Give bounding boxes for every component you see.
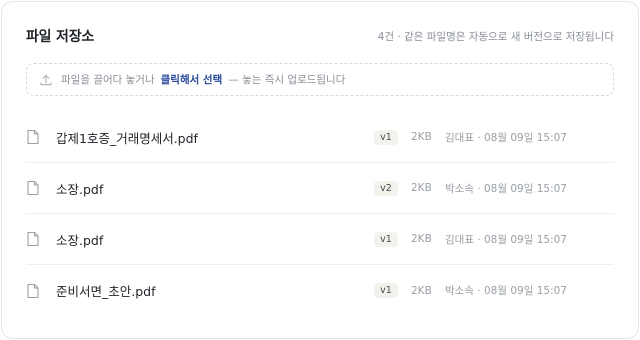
version-badge: v1 bbox=[374, 129, 398, 145]
card-header: 파일 저장소 4건 · 같은 파일명은 자동으로 새 버전으로 저장됩니다 bbox=[26, 24, 614, 48]
version-badge: v1 bbox=[374, 231, 398, 247]
file-size: 2KB bbox=[411, 233, 432, 245]
file-size: 2KB bbox=[411, 284, 432, 297]
file-icon bbox=[26, 283, 40, 299]
dropzone-hint: — 놓는 즉시 업로드됩니다 bbox=[228, 74, 346, 86]
version-badge: v1 bbox=[374, 283, 398, 298]
file-row[interactable]: 준비서면_초안.pdf v1 2KB 박소속 · 08월 09일 15:07 bbox=[26, 265, 614, 316]
select-file-link[interactable]: 클릭해서 선택 bbox=[161, 72, 223, 87]
storage-meta: 4건 · 같은 파일명은 자동으로 새 버전으로 저장됩니다 bbox=[377, 30, 614, 43]
file-info: 박소속 · 08월 09일 15:07 bbox=[445, 285, 567, 297]
file-icon bbox=[26, 231, 40, 247]
dropzone-text: 파일을 끌어다 놓거나 bbox=[61, 74, 155, 86]
file-row[interactable]: 갑제1호증_거래명세서.pdf v1 2KB 김대표 · 08월 09일 15:… bbox=[26, 112, 614, 163]
file-icon bbox=[26, 129, 40, 145]
upload-icon bbox=[39, 73, 53, 87]
file-storage-card: 파일 저장소 4건 · 같은 파일명은 자동으로 새 버전으로 저장됩니다 파일… bbox=[1, 1, 639, 339]
file-info: 박소속 · 08월 09일 15:07 bbox=[445, 182, 567, 195]
file-size: 2KB bbox=[411, 182, 432, 194]
file-row[interactable]: 소장.pdf v2 2KB 박소속 · 08월 09일 15:07 bbox=[26, 163, 614, 214]
card-title: 파일 저장소 bbox=[26, 29, 95, 45]
file-name[interactable]: 소장.pdf bbox=[56, 179, 346, 198]
file-name[interactable]: 갑제1호증_거래명세서.pdf bbox=[56, 128, 346, 147]
file-info: 김대표 · 08월 09일 15:07 bbox=[445, 233, 567, 246]
file-row[interactable]: 소장.pdf v1 2KB 김대표 · 08월 09일 15:07 bbox=[26, 214, 614, 265]
file-icon bbox=[26, 180, 40, 196]
file-name[interactable]: 소장.pdf bbox=[56, 230, 346, 249]
file-info: 김대표 · 08월 09일 15:07 bbox=[445, 131, 567, 144]
version-badge: v2 bbox=[374, 180, 398, 196]
file-name[interactable]: 준비서면_초안.pdf bbox=[56, 281, 346, 300]
upload-dropzone[interactable]: 파일을 끌어다 놓거나 클릭해서 선택 — 놓는 즉시 업로드됩니다 bbox=[26, 63, 614, 96]
file-list: 갑제1호증_거래명세서.pdf v1 2KB 김대표 · 08월 09일 15:… bbox=[26, 112, 614, 316]
file-size: 2KB bbox=[411, 131, 432, 143]
